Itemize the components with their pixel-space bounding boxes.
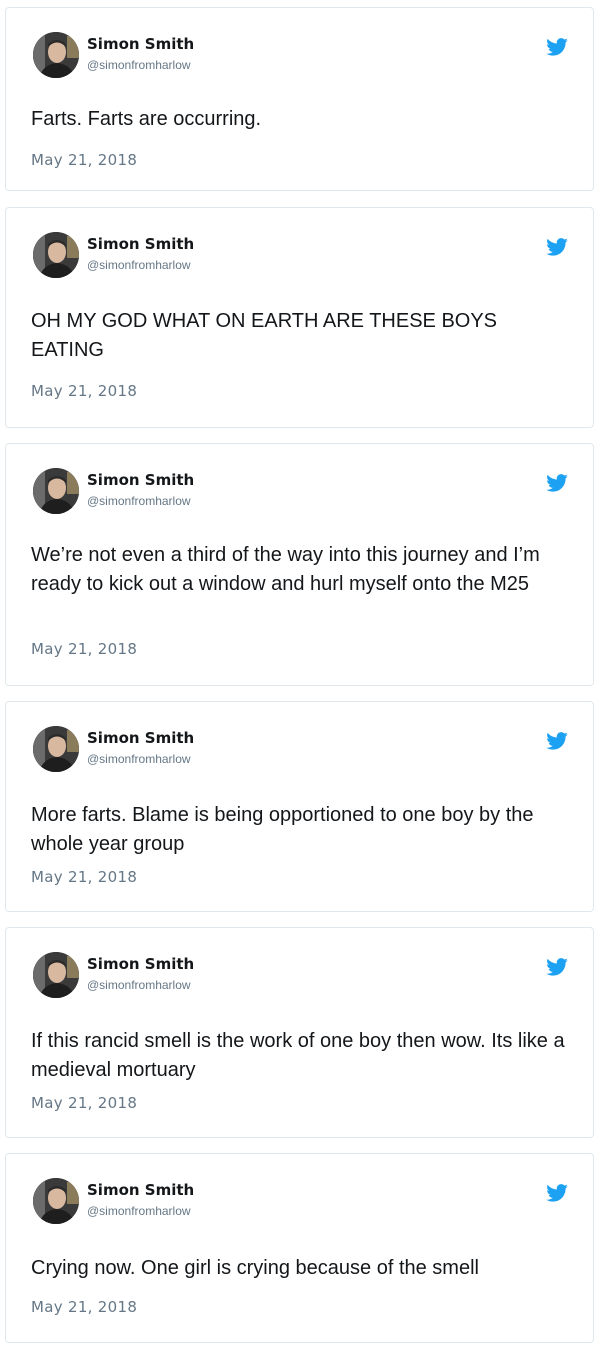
avatar[interactable] <box>33 1178 79 1224</box>
avatar-photo-icon <box>33 1178 79 1224</box>
user-handle[interactable]: @simonfromharlow <box>87 1204 191 1218</box>
tweet-date[interactable]: May 21, 2018 <box>31 1094 137 1112</box>
tweet-date[interactable]: May 21, 2018 <box>31 382 137 400</box>
avatar[interactable] <box>33 952 79 998</box>
tweet-date[interactable]: May 21, 2018 <box>31 151 137 169</box>
twitter-bird-icon[interactable] <box>546 1184 568 1202</box>
avatar[interactable] <box>33 468 79 514</box>
tweet-card[interactable]: Simon Smith @simonfromharlow If this ran… <box>5 927 594 1138</box>
twitter-bird-icon[interactable] <box>546 958 568 976</box>
avatar[interactable] <box>33 32 79 78</box>
tweet-text: More farts. Blame is being opportioned t… <box>31 804 534 855</box>
user-name[interactable]: Simon Smith <box>87 955 194 973</box>
twitter-bird-icon[interactable] <box>546 238 568 256</box>
avatar-photo-icon <box>33 232 79 278</box>
avatar-photo-icon <box>33 468 79 514</box>
tweet-date[interactable]: May 21, 2018 <box>31 1298 137 1316</box>
avatar-photo-icon <box>33 726 79 772</box>
tweet-card[interactable]: Simon Smith @simonfromharlow More farts.… <box>5 701 594 912</box>
user-handle[interactable]: @simonfromharlow <box>87 978 191 992</box>
tweet-date[interactable]: May 21, 2018 <box>31 640 137 658</box>
user-handle[interactable]: @simonfromharlow <box>87 494 191 508</box>
user-name[interactable]: Simon Smith <box>87 35 194 53</box>
tweet-feed: Simon Smith @simonfromharlow Farts. Fart… <box>0 0 601 1351</box>
tweet-card[interactable]: Simon Smith @simonfromharlow Crying now.… <box>5 1153 594 1343</box>
avatar-photo-icon <box>33 32 79 78</box>
tweet-card[interactable]: Simon Smith @simonfromharlow OH MY GOD W… <box>5 207 594 428</box>
avatar[interactable] <box>33 726 79 772</box>
twitter-bird-icon[interactable] <box>546 732 568 750</box>
twitter-bird-icon[interactable] <box>546 38 568 56</box>
tweet-card[interactable]: Simon Smith @simonfromharlow Farts. Fart… <box>5 7 594 191</box>
user-name[interactable]: Simon Smith <box>87 1181 194 1199</box>
user-handle[interactable]: @simonfromharlow <box>87 752 191 766</box>
tweet-date[interactable]: May 21, 2018 <box>31 868 137 886</box>
user-handle[interactable]: @simonfromharlow <box>87 258 191 272</box>
tweet-text: We’re not even a third of the way into t… <box>31 544 540 595</box>
twitter-bird-icon[interactable] <box>546 474 568 492</box>
user-name[interactable]: Simon Smith <box>87 471 194 489</box>
user-handle[interactable]: @simonfromharlow <box>87 58 191 72</box>
tweet-text: If this rancid smell is the work of one … <box>31 1030 565 1081</box>
tweet-text: Farts. Farts are occurring. <box>31 108 262 130</box>
avatar[interactable] <box>33 232 79 278</box>
avatar-photo-icon <box>33 952 79 998</box>
tweet-card[interactable]: Simon Smith @simonfromharlow We’re not e… <box>5 443 594 686</box>
user-name[interactable]: Simon Smith <box>87 729 194 747</box>
tweet-text: OH MY GOD WHAT ON EARTH ARE THESE BOYS E… <box>31 310 498 361</box>
user-name[interactable]: Simon Smith <box>87 235 194 253</box>
tweet-text: Crying now. One girl is crying because o… <box>31 1257 479 1279</box>
